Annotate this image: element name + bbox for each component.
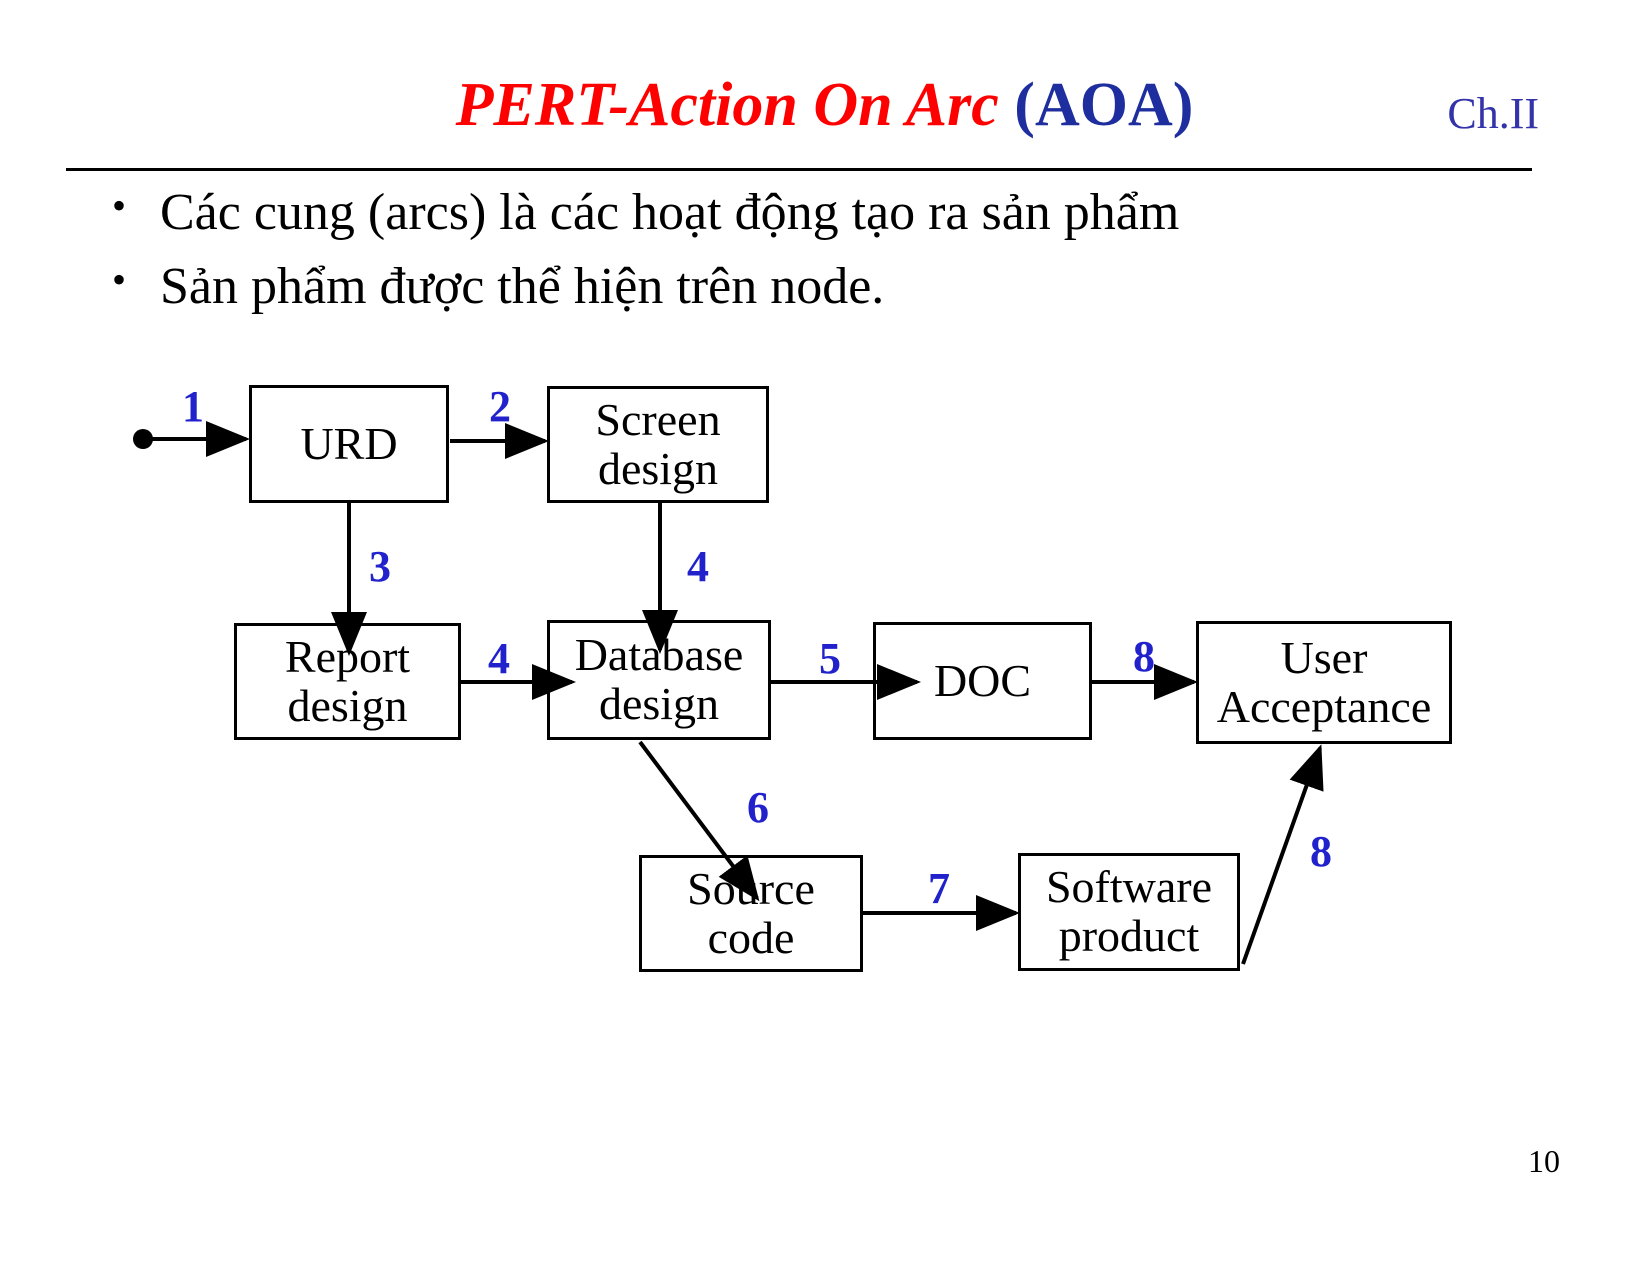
- pert-aoa-diagram: URD Screen design Report design Database…: [0, 0, 1649, 1274]
- node-doc[interactable]: DOC: [873, 622, 1092, 740]
- arc-label-8-software: 8: [1310, 827, 1332, 876]
- start-node-dot: [133, 429, 153, 449]
- node-database-design-label: Database design: [574, 629, 744, 729]
- page-number: 10: [1528, 1143, 1560, 1179]
- node-software-product[interactable]: Software product: [1018, 853, 1240, 971]
- arc-8-software-to-acceptance: [1241, 744, 1324, 965]
- node-report-design[interactable]: Report design: [234, 623, 461, 740]
- node-screen-design[interactable]: Screen design: [547, 386, 769, 503]
- arc-label-3: 3: [369, 542, 391, 591]
- node-urd-label: URD: [300, 417, 398, 469]
- node-screen-design-label: Screen design: [595, 393, 721, 494]
- node-software-product-label: Software product: [1045, 861, 1213, 961]
- node-report-design-label: Report design: [284, 630, 411, 731]
- arc-label-8-doc: 8: [1133, 632, 1155, 681]
- arc-label-6: 6: [747, 783, 769, 832]
- arc-label-5: 5: [819, 634, 841, 683]
- arc-label-2: 2: [489, 382, 511, 431]
- node-source-code[interactable]: Source code: [639, 855, 863, 972]
- node-user-acceptance-label: User Acceptance: [1216, 631, 1432, 732]
- arc-label-1: 1: [182, 382, 204, 431]
- node-source-code-label: Source code: [687, 862, 815, 963]
- arc-label-7: 7: [928, 864, 950, 913]
- node-user-acceptance[interactable]: User Acceptance: [1196, 621, 1452, 744]
- slide: PERT-Action On Arc (AOA) Ch.II • Các cung…: [0, 0, 1649, 1274]
- node-doc-label: DOC: [933, 654, 1032, 706]
- node-database-design[interactable]: Database design: [547, 620, 771, 740]
- arc-label-4-report: 4: [488, 634, 510, 683]
- arc-label-4-screen: 4: [687, 542, 709, 591]
- node-urd[interactable]: URD: [249, 385, 449, 503]
